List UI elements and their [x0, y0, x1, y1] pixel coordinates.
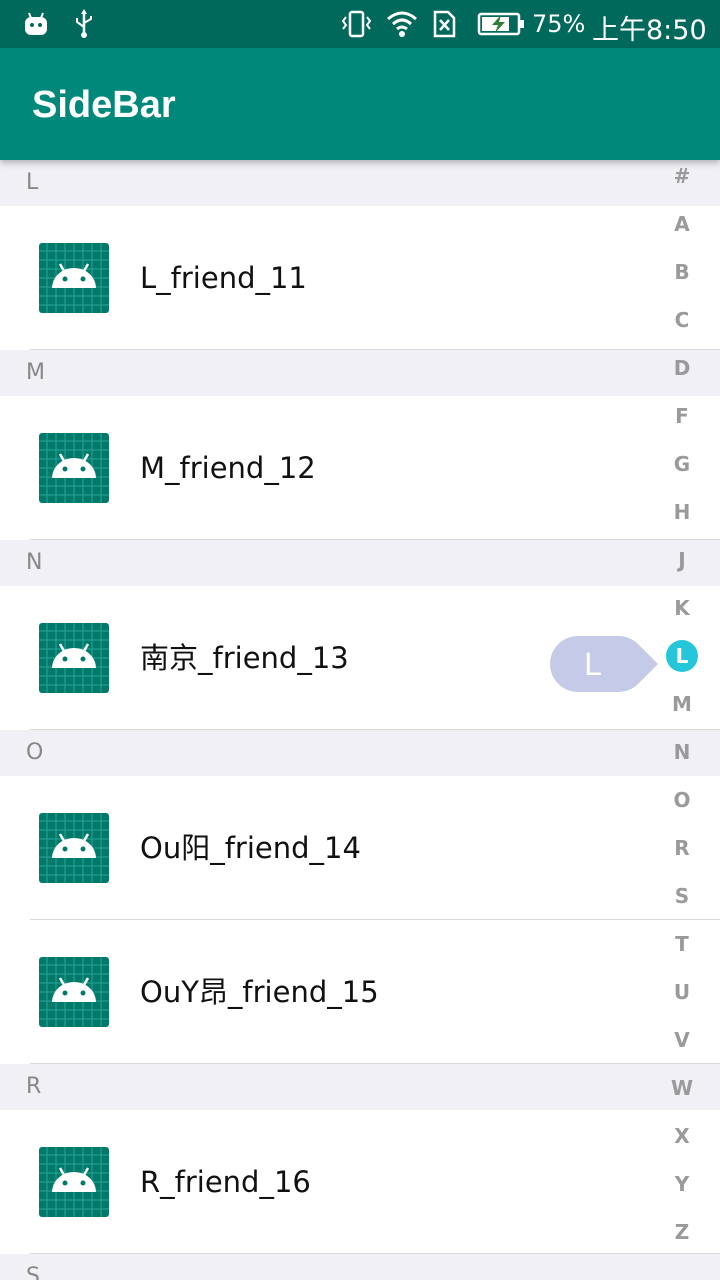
- index-letter[interactable]: #: [644, 152, 720, 200]
- index-letter[interactable]: U: [644, 968, 720, 1016]
- index-letter[interactable]: A: [644, 200, 720, 248]
- index-letter-label: L: [666, 640, 698, 672]
- android-avatar-icon: [39, 813, 109, 883]
- index-letter-label: K: [674, 596, 690, 620]
- index-letter-label: X: [674, 1124, 690, 1148]
- android-avatar-icon: [39, 1147, 109, 1217]
- list-item[interactable]: M_friend_12: [0, 396, 720, 540]
- index-letter-label: Z: [674, 1220, 690, 1244]
- row-divider: [30, 729, 720, 730]
- app-bar: SideBar: [0, 48, 720, 160]
- index-letter-label: J: [678, 548, 686, 572]
- index-letter[interactable]: T: [644, 920, 720, 968]
- section-header: O: [0, 730, 720, 776]
- contact-list[interactable]: L L_friend_11 M M_friend_12 N 南京_friend_…: [0, 160, 720, 1280]
- index-letter-label: W: [670, 1076, 694, 1100]
- index-letter-label: H: [673, 500, 691, 524]
- index-letter-label: M: [672, 692, 692, 716]
- index-letter[interactable]: H: [644, 488, 720, 536]
- friend-name: 南京_friend_13: [140, 641, 349, 675]
- index-letter[interactable]: S: [644, 872, 720, 920]
- section-header: L: [0, 160, 720, 206]
- index-letter[interactable]: F: [644, 392, 720, 440]
- index-letter-label: A: [674, 212, 690, 236]
- row-divider: [30, 349, 720, 350]
- index-letter[interactable]: Z: [644, 1208, 720, 1256]
- clock: 上午8:50: [592, 15, 707, 46]
- battery-percent: 75%: [532, 10, 586, 38]
- status-bar: 75% 上午8:50: [0, 0, 720, 48]
- page-title: SideBar: [32, 84, 176, 126]
- index-letter-label: O: [673, 788, 691, 812]
- index-letter-label: N: [673, 740, 691, 764]
- friend-name: M_friend_12: [140, 451, 316, 485]
- friend-name: R_friend_16: [140, 1165, 311, 1199]
- list-item[interactable]: L_friend_11: [0, 206, 720, 350]
- bubble-letter: L: [584, 646, 602, 682]
- index-letter-label: U: [673, 980, 691, 1004]
- friend-name: OuY昂_friend_15: [140, 975, 379, 1009]
- section-header: S: [0, 1254, 720, 1280]
- index-letter[interactable]: W: [644, 1064, 720, 1112]
- section-header: M: [0, 350, 720, 396]
- list-item[interactable]: OuY昂_friend_15: [0, 920, 720, 1064]
- index-letter[interactable]: V: [644, 1016, 720, 1064]
- list-item[interactable]: R_friend_16: [0, 1110, 720, 1254]
- alphabet-index-bar[interactable]: # A B C D F G H J K L M N O R S T U V W X Y Z: [644, 152, 720, 1262]
- index-letter[interactable]: N: [644, 728, 720, 776]
- index-letter[interactable]: K: [644, 584, 720, 632]
- index-letter-label: B: [674, 260, 690, 284]
- index-letter[interactable]: Y: [644, 1160, 720, 1208]
- usb-icon: [68, 8, 100, 40]
- index-letter[interactable]: J: [644, 536, 720, 584]
- index-letter-label: C: [674, 308, 690, 332]
- battery-charging-icon: [476, 8, 526, 40]
- row-divider: [30, 1253, 720, 1254]
- index-letter-label: D: [673, 356, 691, 380]
- index-letter[interactable]: R: [644, 824, 720, 872]
- android-avatar-icon: [39, 433, 109, 503]
- index-letter[interactable]: D: [644, 344, 720, 392]
- android-notification-icon: [20, 8, 52, 40]
- index-letter-label: #: [673, 164, 691, 188]
- android-avatar-icon: [39, 243, 109, 313]
- index-letter-label: S: [674, 884, 690, 908]
- index-letter[interactable]: O: [644, 776, 720, 824]
- index-letter-label: V: [674, 1028, 690, 1052]
- index-letter[interactable]: B: [644, 248, 720, 296]
- index-letter[interactable]: G: [644, 440, 720, 488]
- section-header: R: [0, 1064, 720, 1110]
- index-letter-label: T: [675, 932, 689, 956]
- friend-name: L_friend_11: [140, 261, 307, 295]
- section-header: N: [0, 540, 720, 586]
- friend-name: Ou阳_friend_14: [140, 831, 361, 865]
- row-divider: [30, 1063, 720, 1064]
- wifi-icon: [386, 8, 418, 40]
- vibrate-icon: [340, 8, 372, 40]
- android-avatar-icon: [39, 957, 109, 1027]
- index-letter-label: F: [675, 404, 689, 428]
- android-avatar-icon: [39, 623, 109, 693]
- no-sim-icon: [428, 8, 460, 40]
- index-letter[interactable]: C: [644, 296, 720, 344]
- index-letter-label: G: [673, 452, 691, 476]
- list-item[interactable]: Ou阳_friend_14: [0, 776, 720, 920]
- index-indicator-bubble: L: [550, 636, 660, 692]
- index-letter-label: Y: [674, 1172, 690, 1196]
- index-letter-label: R: [674, 836, 690, 860]
- row-divider: [30, 539, 720, 540]
- index-letter[interactable]: X: [644, 1112, 720, 1160]
